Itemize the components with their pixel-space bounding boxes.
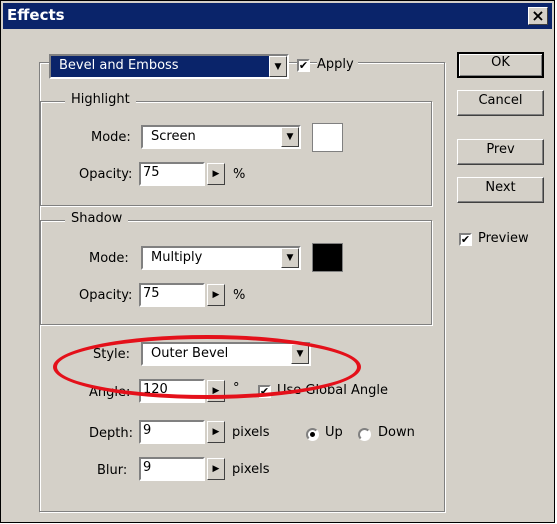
shadow-mode-label: Mode: [89, 251, 129, 266]
chevron-right-icon: ▶ [212, 464, 220, 474]
depth-unit: pixels [232, 425, 270, 440]
highlight-group [40, 101, 432, 206]
chevron-right-icon: ▶ [212, 427, 220, 437]
chevron-right-icon: ▶ [212, 169, 220, 179]
highlight-mode-label: Mode: [91, 130, 131, 145]
effect-select-value: Bevel and Emboss [59, 58, 179, 73]
cancel-button[interactable]: Cancel [457, 90, 544, 116]
chevron-down-icon[interactable]: ▼ [269, 56, 287, 77]
direction-up-label: Up [325, 425, 343, 440]
style-select[interactable]: Outer Bevel ▼ [141, 342, 311, 366]
chevron-down-icon[interactable]: ▼ [291, 344, 309, 364]
use-global-angle-checkbox[interactable]: ✔ [258, 385, 271, 398]
highlight-opacity-label: Opacity: [79, 167, 133, 182]
angle-unit: ° [233, 381, 240, 396]
apply-checkbox[interactable]: ✔ [297, 59, 310, 72]
highlight-group-title: Highlight [65, 92, 136, 107]
chevron-down-icon[interactable]: ▼ [281, 127, 299, 147]
ok-button[interactable]: OK [457, 52, 544, 78]
angle-value: 120 [143, 382, 168, 397]
angle-arrow[interactable]: ▶ [207, 380, 225, 402]
highlight-opacity-input[interactable]: 75 [139, 162, 205, 186]
depth-label: Depth: [89, 426, 133, 441]
shadow-mode-select[interactable]: Multiply ▼ [141, 246, 301, 270]
angle-input[interactable]: 120 [139, 379, 205, 403]
effect-select[interactable]: Bevel and Emboss ▼ [49, 54, 289, 79]
preview-checkbox[interactable]: ✔ [459, 233, 472, 246]
shadow-group [40, 220, 432, 325]
angle-label: Angle: [89, 385, 131, 400]
direction-up-radio[interactable] [306, 428, 319, 441]
shadow-color-swatch[interactable] [312, 243, 343, 272]
use-global-angle-label: Use Global Angle [277, 383, 389, 398]
preview-label: Preview [478, 231, 529, 246]
checkmark-icon: ✔ [298, 59, 309, 72]
checkmark-icon: ✔ [259, 385, 270, 398]
effects-dialog: Effects × Bevel and Emboss ▼ ✔ Apply Hig… [0, 0, 555, 523]
highlight-opacity-unit: % [233, 167, 246, 182]
apply-label: Apply [317, 57, 358, 72]
close-button[interactable]: × [528, 7, 548, 25]
shadow-opacity-label: Opacity: [79, 288, 133, 303]
direction-down-label: Down [378, 425, 415, 440]
chevron-down-icon[interactable]: ▼ [281, 248, 299, 268]
next-button[interactable]: Next [457, 177, 544, 203]
shadow-opacity-input[interactable]: 75 [139, 283, 205, 307]
title-bar[interactable]: Effects × [3, 3, 552, 29]
direction-down-radio[interactable] [358, 428, 371, 441]
highlight-opacity-arrow[interactable]: ▶ [207, 163, 225, 185]
style-label: Style: [93, 347, 131, 362]
blur-value: 9 [143, 460, 152, 475]
blur-unit: pixels [232, 462, 270, 477]
dialog-title: Effects [7, 6, 65, 24]
highlight-opacity-value: 75 [143, 165, 160, 180]
highlight-color-swatch[interactable] [312, 123, 343, 152]
blur-label: Blur: [97, 463, 128, 478]
shadow-mode-value: Multiply [151, 250, 203, 265]
depth-input[interactable]: 9 [139, 420, 205, 444]
close-icon: × [531, 6, 545, 25]
highlight-mode-value: Screen [151, 129, 196, 144]
highlight-mode-select[interactable]: Screen ▼ [141, 125, 301, 149]
depth-arrow[interactable]: ▶ [207, 421, 225, 443]
shadow-opacity-unit: % [233, 288, 246, 303]
prev-button[interactable]: Prev [457, 139, 544, 165]
chevron-right-icon: ▶ [212, 290, 220, 300]
blur-arrow[interactable]: ▶ [207, 458, 225, 480]
shadow-group-title: Shadow [65, 211, 129, 226]
chevron-right-icon: ▶ [212, 386, 220, 396]
depth-value: 9 [143, 423, 152, 438]
shadow-opacity-value: 75 [143, 286, 160, 301]
shadow-opacity-arrow[interactable]: ▶ [207, 284, 225, 306]
style-value: Outer Bevel [151, 346, 229, 361]
checkmark-icon: ✔ [460, 233, 471, 246]
blur-input[interactable]: 9 [139, 457, 205, 481]
